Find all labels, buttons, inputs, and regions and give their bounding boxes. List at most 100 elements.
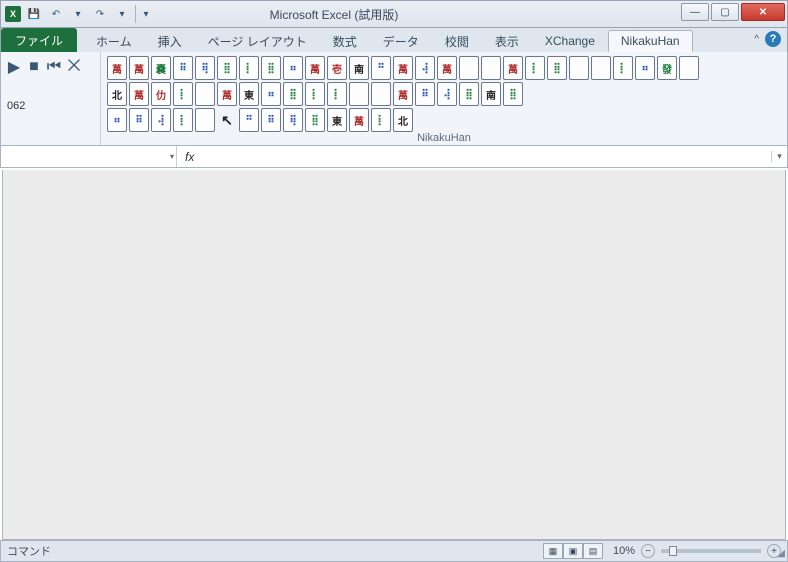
mahjong-tile[interactable] xyxy=(481,56,501,80)
resize-grip-icon[interactable]: ◢ xyxy=(777,548,785,559)
mahjong-tile[interactable]: 萬 xyxy=(393,56,413,80)
mahjong-tile[interactable]: ⣿ xyxy=(503,82,523,106)
mahjong-tile[interactable]: ⢼ xyxy=(415,56,435,80)
maximize-button[interactable]: ▢ xyxy=(711,3,739,21)
view-normal[interactable]: ▦ xyxy=(543,543,563,559)
zoom-out-button[interactable]: − xyxy=(641,544,655,558)
mahjong-tile[interactable]: 嚢 xyxy=(151,56,171,80)
zoom-slider[interactable] xyxy=(661,549,761,553)
file-tab[interactable]: ファイル xyxy=(1,28,77,52)
mahjong-tile[interactable]: ⡇ xyxy=(305,82,325,106)
tab-xchange[interactable]: XChange xyxy=(532,30,608,52)
mahjong-tile[interactable]: ⢿ xyxy=(195,56,215,80)
mahjong-tile[interactable]: ⢼ xyxy=(151,108,171,132)
window-title: Microsoft Excel (試用版) xyxy=(1,6,667,23)
stop-button[interactable]: ■ xyxy=(27,60,41,74)
mahjong-tile[interactable]: ⡇ xyxy=(327,82,347,106)
mahjong-tile[interactable]: ⣿ xyxy=(217,56,237,80)
mahjong-tile[interactable]: 北 xyxy=(107,82,127,106)
ribbon-body: ▶ ■ ⏮ ⨉ 062 萬萬嚢⠿⢿⣿⡇⣿⠶萬壱南⠛萬⢼萬萬⡇⣿⡇⠶發北萬仂⡇萬東… xyxy=(0,52,788,146)
mahjong-tile[interactable]: ⡇ xyxy=(525,56,545,80)
mahjong-tile[interactable]: ⠛ xyxy=(239,108,259,132)
mahjong-tile[interactable]: ⣿ xyxy=(547,56,567,80)
mahjong-tile[interactable]: 南 xyxy=(481,82,501,106)
mahjong-tile[interactable]: ⢿ xyxy=(283,108,303,132)
mahjong-tile[interactable]: ⡇ xyxy=(239,56,259,80)
tab-nikakuhan[interactable]: NikakuHan xyxy=(608,30,693,52)
help-icon[interactable]: ? xyxy=(765,31,781,47)
name-box[interactable] xyxy=(1,146,177,167)
mahjong-tile[interactable]: ⡇ xyxy=(173,82,193,106)
mahjong-tile[interactable]: 萬 xyxy=(217,82,237,106)
tab-data[interactable]: データ xyxy=(370,30,432,52)
view-pagelayout[interactable]: ▣ xyxy=(563,543,583,559)
mahjong-tile[interactable]: ⠶ xyxy=(283,56,303,80)
zoom-level[interactable]: 10% xyxy=(613,545,635,557)
mahjong-tile[interactable]: 萬 xyxy=(503,56,523,80)
mahjong-tile[interactable]: 北 xyxy=(393,108,413,132)
mahjong-tile[interactable]: ⠿ xyxy=(415,82,435,106)
mahjong-tile[interactable]: ⡇ xyxy=(613,56,633,80)
mahjong-tile[interactable]: ⠿ xyxy=(129,108,149,132)
tab-review[interactable]: 校閲 xyxy=(432,30,482,52)
mahjong-tile[interactable]: ⠶ xyxy=(107,108,127,132)
mahjong-tile[interactable]: ⡇ xyxy=(371,108,391,132)
mahjong-tile[interactable]: 仂 xyxy=(151,82,171,106)
mahjong-tile[interactable]: 萬 xyxy=(393,82,413,106)
tab-formulas[interactable]: 数式 xyxy=(320,30,370,52)
mahjong-tile[interactable]: ⠶ xyxy=(635,56,655,80)
tab-home[interactable]: ホーム xyxy=(83,30,145,52)
formula-expand[interactable]: ▾ xyxy=(771,151,787,162)
mahjong-tile[interactable]: ⡇ xyxy=(173,108,193,132)
fx-icon[interactable]: fx xyxy=(177,150,202,164)
mahjong-tile[interactable]: 萬 xyxy=(129,82,149,106)
tile-grid: 萬萬嚢⠿⢿⣿⡇⣿⠶萬壱南⠛萬⢼萬萬⡇⣿⡇⠶發北萬仂⡇萬東⠶⣿⡇⡇萬⠿⢼⣿南⣿⠶⠿… xyxy=(107,56,699,132)
mahjong-tile[interactable]: ⠶ xyxy=(261,82,281,106)
mahjong-tile[interactable]: 發 xyxy=(657,56,677,80)
mahjong-tile[interactable]: ⠛ xyxy=(371,56,391,80)
mahjong-tile[interactable] xyxy=(591,56,611,80)
rewind-button[interactable]: ⏮ xyxy=(47,60,61,74)
mahjong-tile[interactable]: 壱 xyxy=(327,56,347,80)
tab-pagelayout[interactable]: ページ レイアウト xyxy=(195,30,320,52)
view-pagebreak[interactable]: ▤ xyxy=(583,543,603,559)
minimize-button[interactable]: — xyxy=(681,3,709,21)
mahjong-tile[interactable] xyxy=(349,82,369,106)
worksheet-area[interactable] xyxy=(2,170,786,540)
formula-input[interactable] xyxy=(202,146,771,167)
mahjong-tile[interactable]: ⣿ xyxy=(459,82,479,106)
mahjong-tile[interactable] xyxy=(195,82,215,106)
tab-view[interactable]: 表示 xyxy=(482,30,532,52)
group-tiles: 萬萬嚢⠿⢿⣿⡇⣿⠶萬壱南⠛萬⢼萬萬⡇⣿⡇⠶發北萬仂⡇萬東⠶⣿⡇⡇萬⠿⢼⣿南⣿⠶⠿… xyxy=(101,52,787,145)
mahjong-tile[interactable]: 萬 xyxy=(107,56,127,80)
shuffle-button[interactable]: ⨉ xyxy=(67,60,81,74)
mahjong-tile[interactable]: 南 xyxy=(349,56,369,80)
mahjong-tile[interactable]: ⣿ xyxy=(305,108,325,132)
ribbon-minimize-icon[interactable]: ^ xyxy=(754,34,759,45)
mahjong-tile[interactable] xyxy=(679,56,699,80)
mahjong-tile[interactable]: ↖ xyxy=(217,108,237,132)
status-bar: コマンド ▦ ▣ ▤ 10% − + ◢ xyxy=(0,540,788,562)
mahjong-tile[interactable] xyxy=(371,82,391,106)
group-controls: ▶ ■ ⏮ ⨉ 062 xyxy=(1,52,101,145)
mahjong-tile[interactable] xyxy=(569,56,589,80)
mahjong-tile[interactable]: 東 xyxy=(239,82,259,106)
mahjong-tile[interactable] xyxy=(459,56,479,80)
view-buttons: ▦ ▣ ▤ xyxy=(543,543,603,559)
mahjong-tile[interactable]: ⣿ xyxy=(261,56,281,80)
tab-insert[interactable]: 挿入 xyxy=(145,30,195,52)
mahjong-tile[interactable]: ⠿ xyxy=(261,108,281,132)
mahjong-tile[interactable]: 萬 xyxy=(349,108,369,132)
mahjong-tile[interactable]: ⢼ xyxy=(437,82,457,106)
mahjong-tile[interactable]: 萬 xyxy=(305,56,325,80)
mahjong-tile[interactable]: 萬 xyxy=(437,56,457,80)
mahjong-tile[interactable]: 東 xyxy=(327,108,347,132)
play-button[interactable]: ▶ xyxy=(7,60,21,74)
mahjong-tile[interactable]: ⠿ xyxy=(173,56,193,80)
close-button[interactable]: ✕ xyxy=(741,3,785,21)
mahjong-tile[interactable] xyxy=(195,108,215,132)
window-controls: — ▢ ✕ xyxy=(681,3,785,21)
mahjong-tile[interactable]: ⣿ xyxy=(283,82,303,106)
mahjong-tile[interactable]: 萬 xyxy=(129,56,149,80)
formula-bar: fx ▾ xyxy=(0,146,788,168)
